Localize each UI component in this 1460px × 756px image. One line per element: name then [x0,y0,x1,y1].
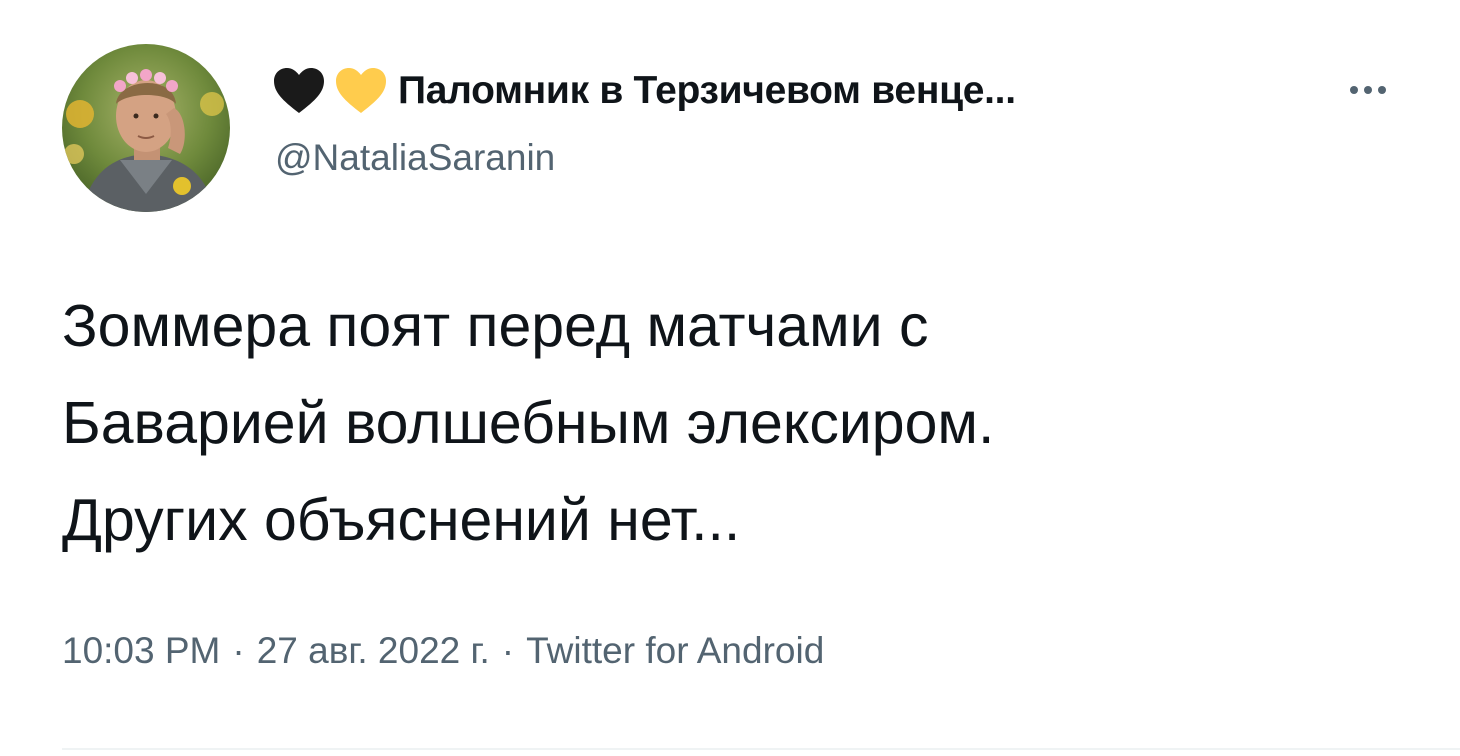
user-handle[interactable]: @NataliaSaranin [275,137,555,179]
display-name[interactable]: Паломник в Терзичевом венце... [398,69,1016,113]
tweet-text-line: Зоммера поят перед матчами с [62,293,929,359]
more-horizontal-icon [1347,86,1389,94]
tweet: Паломник в Терзичевом венце... @NataliaS… [0,0,1460,756]
meta-separator: · [501,630,515,671]
black-heart-icon [274,68,324,113]
tweet-date[interactable]: 27 авг. 2022 г. [257,630,490,671]
profile-photo-icon [62,44,230,212]
avatar[interactable] [62,44,230,212]
tweet-metadata: 10:03 PM · 27 авг. 2022 г. · Twitter for And… [62,630,824,672]
yellow-heart-icon [336,68,386,113]
meta-separator: · [232,630,245,671]
tweet-source[interactable]: Twitter for Android [526,630,824,671]
divider [62,748,1460,750]
author-name-row[interactable]: Паломник в Терзичевом венце... [272,64,1016,118]
tweet-time[interactable]: 10:03 PM [62,630,220,671]
tweet-text-line: Баварией волшебным элексиром. [62,390,995,456]
more-options-button[interactable] [1330,68,1406,112]
tweet-text: Зоммера поят перед матчами с Баварией во… [62,278,1422,569]
tweet-text-line: Других объяснений нет... [62,487,741,553]
